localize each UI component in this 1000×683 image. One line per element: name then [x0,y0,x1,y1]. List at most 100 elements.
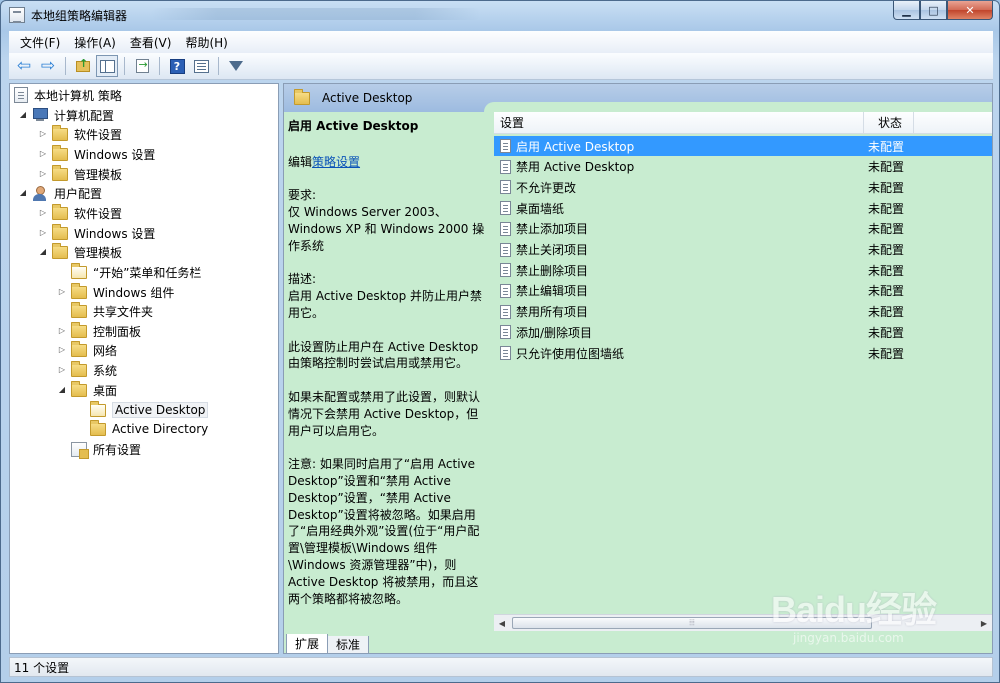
list-item[interactable]: 禁止编辑项目 未配置 [494,281,992,301]
list-item[interactable]: 启用 Active Desktop 未配置 [494,136,992,156]
collapse-triangle-icon[interactable]: ▷ [57,345,67,355]
setting-label: 禁止删除项目 [516,263,589,278]
maximize-icon: □ [928,3,939,17]
tree-item-software-settings[interactable]: ▷ 软件设置 [38,124,122,144]
list-item[interactable]: 添加/删除项目 未配置 [494,322,992,342]
tree-item-user-config[interactable]: ◢ 用户配置 [18,183,102,203]
tree-item-computer-config[interactable]: ◢ 计算机配置 [18,105,114,125]
expand-triangle-icon[interactable]: ◢ [18,110,28,120]
column-header-state[interactable]: 状态 [864,112,914,133]
list-item[interactable]: 桌面墙纸 未配置 [494,198,992,218]
list-item[interactable]: 禁用 Active Desktop 未配置 [494,157,992,177]
policy-doc-icon [14,87,28,103]
setting-state: 未配置 [868,222,905,237]
title-bar[interactable]: 本地组策略编辑器 ▁ □ ✕ [1,1,999,29]
list-item[interactable]: 不允许更改 未配置 [494,177,992,197]
tree-item-label: “开始”菜单和任务栏 [93,265,202,280]
close-icon: ✕ [965,3,975,17]
toolbar-separator [65,57,66,75]
menu-file[interactable]: 文件(F) [13,34,67,51]
show-hide-tree-button[interactable] [96,55,118,77]
menu-view[interactable]: 查看(V) [123,34,179,51]
setting-state: 未配置 [868,284,905,299]
tree-item-root[interactable]: 本地计算机 策略 [14,85,122,105]
setting-label: 禁止编辑项目 [516,284,589,299]
settings-list[interactable]: 设置 状态 启用 Active Desktop 未配置 禁用 Active Desk… [492,112,992,620]
collapse-triangle-icon[interactable]: ▷ [57,365,67,375]
filter-button[interactable] [225,55,247,77]
watermark-url: jingyan.baidu.com [793,631,904,645]
tree-item-windows-settings[interactable]: ▷ Windows 设置 [38,223,155,243]
scroll-left-icon[interactable]: ◀ [494,615,510,631]
forward-button[interactable]: ⇨ [37,55,59,77]
tree-item-label: 系统 [93,363,118,378]
collapse-triangle-icon[interactable]: ▷ [38,169,48,179]
view-button[interactable] [190,55,212,77]
collapse-triangle-icon[interactable]: ▷ [57,287,67,297]
tree-item-software-settings[interactable]: ▷ 软件设置 [38,203,122,223]
tree-item-active-desktop[interactable]: Active Desktop [76,400,209,420]
tree-item-start-menu[interactable]: “开始”菜单和任务栏 [57,262,201,282]
tree-item-admin-templates[interactable]: ▷ 管理模板 [38,164,122,184]
list-item[interactable]: 禁止添加项目 未配置 [494,219,992,239]
policy-setting-icon [500,159,511,174]
setting-name: 禁止添加项目 [494,220,864,237]
menu-help[interactable]: 帮助(H) [178,34,234,51]
tree-item-network[interactable]: ▷ 网络 [57,340,117,360]
tree-item-system[interactable]: ▷ 系统 [57,360,117,380]
tree-item-windows-components[interactable]: ▷ Windows 组件 [57,282,174,302]
list-item[interactable]: 禁用所有项目 未配置 [494,302,992,322]
column-header-setting[interactable]: 设置 [494,112,864,133]
collapse-triangle-icon[interactable]: ▷ [38,208,48,218]
minimize-button[interactable]: ▁ [893,1,920,20]
toolbar-separator [159,57,160,75]
setting-name: 禁止删除项目 [494,262,864,279]
up-one-level-button[interactable] [72,55,94,77]
toolbar: ⇦ ⇨ ? [9,53,993,80]
console-tree[interactable]: 本地计算机 策略 ◢ 计算机配置 ▷ 软件设置 ▷ Windows 设置 ▷ 管… [9,83,279,654]
policy-settings-link[interactable]: 策略设置 [312,155,360,169]
tab-extended[interactable]: 扩展 [286,634,329,654]
requirements-text: 仅 Windows Server 2003、Windows XP 和 Windo… [288,205,485,253]
folder-icon [71,282,87,299]
tree-item-windows-settings[interactable]: ▷ Windows 设置 [38,144,155,164]
tree-item-control-panel[interactable]: ▷ 控制面板 [57,321,141,341]
collapse-triangle-icon[interactable]: ▷ [38,129,48,139]
setting-label: 禁用 Active Desktop [516,160,635,175]
expand-triangle-icon[interactable]: ◢ [57,385,67,395]
tree-item-label: 共享文件夹 [93,304,154,319]
list-item[interactable]: 只允许使用位图墙纸 未配置 [494,343,992,363]
tree-item-shared-folders[interactable]: 共享文件夹 [57,301,153,321]
close-button[interactable]: ✕ [947,1,993,20]
help-icon: ? [169,58,185,74]
setting-state: 未配置 [868,139,905,154]
tree-item-all-settings[interactable]: 所有设置 [57,439,141,459]
tree-item-active-directory[interactable]: Active Directory [76,419,208,439]
extended-description: 启用 Active Desktop 编辑策略设置 要求: 仅 Windows S… [288,118,488,624]
folder-icon [52,164,68,181]
collapse-triangle-icon[interactable]: ▷ [38,228,48,238]
collapse-triangle-icon[interactable]: ▷ [57,326,67,336]
expand-triangle-icon[interactable]: ◢ [18,188,28,198]
tree-item-admin-templates[interactable]: ◢ 管理模板 [38,242,122,262]
setting-label: 添加/删除项目 [516,325,593,340]
setting-name: 禁止编辑项目 [494,282,864,299]
maximize-button[interactable]: □ [920,1,947,20]
tree-item-desktop[interactable]: ◢ 桌面 [57,380,117,400]
help-button[interactable]: ? [166,55,188,77]
edit-prefix: 编辑 [288,154,313,169]
back-button[interactable]: ⇦ [13,55,35,77]
show-hide-tree-icon [99,59,115,73]
folder-icon [52,144,68,161]
export-list-button[interactable] [131,55,153,77]
tree-item-label: Windows 组件 [93,285,175,300]
tab-standard[interactable]: 标准 [327,636,370,654]
list-item[interactable]: 禁止关闭项目 未配置 [494,240,992,260]
expand-triangle-icon[interactable]: ◢ [38,247,48,257]
list-item[interactable]: 禁止删除项目 未配置 [494,260,992,280]
policy-setting-icon [500,263,511,278]
setting-state: 未配置 [868,346,905,361]
collapse-triangle-icon[interactable]: ▷ [38,149,48,159]
scroll-right-icon[interactable]: ▶ [976,615,992,631]
menu-action[interactable]: 操作(A) [67,34,123,51]
